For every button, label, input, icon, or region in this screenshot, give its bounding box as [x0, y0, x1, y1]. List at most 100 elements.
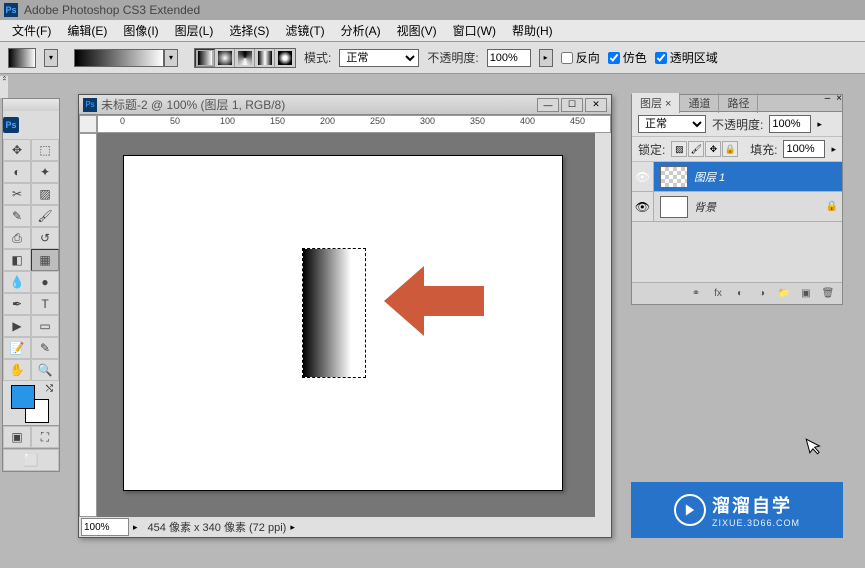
pen-tool[interactable]: ✒ [3, 293, 31, 315]
layer-lock-icon: 🔒 [822, 201, 842, 212]
status-dropdown-icon[interactable]: ▸ [290, 522, 295, 533]
document-icon: Ps [83, 98, 97, 112]
reverse-checkbox[interactable]: 反向 [561, 49, 600, 66]
path-select-tool[interactable]: ▶ [3, 315, 31, 337]
fill-dropdown-icon[interactable]: ▸ [831, 144, 836, 155]
history-brush-tool[interactable]: ↺ [31, 227, 59, 249]
layer-item[interactable]: 👁 背景 🔒 [632, 192, 842, 222]
gradient-picker[interactable] [74, 49, 164, 67]
ruler-horizontal[interactable]: 0 50 100 150 200 250 300 350 400 450 [97, 115, 611, 133]
link-layers-button[interactable]: ⚭ [688, 286, 704, 302]
menu-edit[interactable]: 编辑(E) [59, 20, 115, 41]
ruler-origin[interactable] [79, 115, 97, 133]
quickmask-button[interactable]: ▣ [3, 426, 31, 448]
brush-tool[interactable]: 🖌 [31, 205, 59, 227]
lock-transparent-button[interactable]: ▨ [671, 141, 687, 157]
crop-tool[interactable]: ✂ [3, 183, 31, 205]
opacity-dropdown[interactable]: ▸ [539, 49, 553, 67]
gradient-angle-button[interactable] [235, 49, 255, 67]
menu-file[interactable]: 文件(F) [4, 20, 59, 41]
new-layer-button[interactable]: ▣ [798, 286, 814, 302]
lasso-tool[interactable]: ◐ [3, 161, 31, 183]
lock-position-button[interactable]: ✥ [705, 141, 721, 157]
shape-tool[interactable]: ▭ [31, 315, 59, 337]
menu-layer[interactable]: 图层(L) [167, 20, 222, 41]
tab-paths[interactable]: 路径 [719, 93, 758, 113]
tool-preset-icon[interactable] [8, 48, 36, 68]
slice-tool[interactable]: ▨ [31, 183, 59, 205]
zoom-dropdown-icon[interactable]: ▸ [133, 522, 138, 533]
layer-name[interactable]: 图层 1 [694, 169, 842, 185]
vertical-scrollbar[interactable] [595, 133, 611, 517]
tool-preset-dropdown[interactable]: ▾ [44, 49, 58, 67]
menu-window[interactable]: 窗口(W) [445, 20, 504, 41]
blend-mode-select[interactable]: 正常 [638, 115, 706, 133]
menu-help[interactable]: 帮助(H) [504, 20, 561, 41]
opacity-input[interactable] [487, 49, 531, 67]
ruler-vertical[interactable] [79, 133, 97, 517]
canvas[interactable] [123, 155, 563, 491]
layer-opacity-input[interactable] [769, 115, 811, 133]
layer-thumbnail[interactable] [660, 196, 688, 218]
panel-close-icon[interactable]: × [836, 93, 842, 104]
menu-view[interactable]: 视图(V) [389, 20, 445, 41]
mode-select[interactable]: 正常 [339, 49, 419, 67]
fill-label: 填充: [750, 141, 777, 158]
layer-name[interactable]: 背景 [694, 199, 822, 215]
move-tool[interactable]: ✥ [3, 139, 31, 161]
screenmode-cycle[interactable]: ⬜ [3, 449, 59, 471]
menu-filter[interactable]: 滤镜(T) [277, 20, 332, 41]
adjustment-layer-button[interactable]: ◑ [754, 286, 770, 302]
gradient-tool[interactable]: ▦ [31, 249, 59, 271]
close-button[interactable]: ✕ [585, 98, 607, 112]
gradient-reflected-button[interactable] [255, 49, 275, 67]
notes-tool[interactable]: 📝 [3, 337, 31, 359]
layer-visibility-toggle[interactable]: 👁 [632, 192, 654, 221]
gradient-diamond-button[interactable] [275, 49, 295, 67]
layer-item[interactable]: 👁 图层 1 [632, 162, 842, 192]
layer-group-button[interactable]: 📁 [776, 286, 792, 302]
eraser-tool[interactable]: ◧ [3, 249, 31, 271]
opacity-label: 不透明度: [427, 49, 478, 66]
layer-mask-button[interactable]: ◐ [732, 286, 748, 302]
toolbox-collapse-tab[interactable]: ‹‹ [0, 76, 8, 98]
lock-all-button[interactable]: 🔒 [722, 141, 738, 157]
gradient-radial-button[interactable] [215, 49, 235, 67]
panel-minimize-icon[interactable]: – [825, 93, 831, 104]
lock-pixels-button[interactable]: 🖌 [688, 141, 704, 157]
tab-layers[interactable]: 图层 × [632, 93, 680, 113]
layer-opacity-dropdown-icon[interactable]: ▸ [817, 119, 822, 130]
type-tool[interactable]: T [31, 293, 59, 315]
maximize-button[interactable]: ☐ [561, 98, 583, 112]
gradient-picker-dropdown[interactable]: ▾ [164, 49, 178, 67]
tab-channels[interactable]: 通道 [680, 93, 719, 113]
healing-tool[interactable]: ✎ [3, 205, 31, 227]
foreground-color-swatch[interactable] [11, 385, 35, 409]
menu-image[interactable]: 图像(I) [115, 20, 166, 41]
layer-thumbnail[interactable] [660, 166, 688, 188]
blur-tool[interactable]: 💧 [3, 271, 31, 293]
screenmode-button[interactable]: ⛶ [31, 426, 59, 448]
dither-checkbox[interactable]: 仿色 [608, 49, 647, 66]
stamp-tool[interactable]: ⎙ [3, 227, 31, 249]
delete-layer-button[interactable]: 🗑 [820, 286, 836, 302]
layer-style-button[interactable]: fx [710, 286, 726, 302]
eyedropper-tool[interactable]: ✎ [31, 337, 59, 359]
layer-visibility-toggle[interactable]: 👁 [632, 162, 654, 191]
hand-tool[interactable]: ✋ [3, 359, 31, 381]
marquee-tool[interactable]: ⬚ [31, 139, 59, 161]
wand-tool[interactable]: ✦ [31, 161, 59, 183]
zoom-input[interactable] [81, 518, 129, 536]
canvas-viewport[interactable] [97, 133, 595, 517]
dodge-tool[interactable]: ● [31, 271, 59, 293]
gradient-linear-button[interactable] [195, 49, 215, 67]
minimize-button[interactable]: — [537, 98, 559, 112]
zoom-tool[interactable]: 🔍 [31, 359, 59, 381]
fill-input[interactable] [783, 140, 825, 158]
swap-colors-icon[interactable]: ⤭ [46, 383, 53, 394]
transparency-checkbox[interactable]: 透明区域 [655, 49, 718, 66]
gradient-fill-sample [303, 249, 351, 377]
menu-analysis[interactable]: 分析(A) [333, 20, 389, 41]
menu-select[interactable]: 选择(S) [221, 20, 277, 41]
document-titlebar[interactable]: Ps 未标题-2 @ 100% (图层 1, RGB/8) — ☐ ✕ [79, 95, 611, 115]
